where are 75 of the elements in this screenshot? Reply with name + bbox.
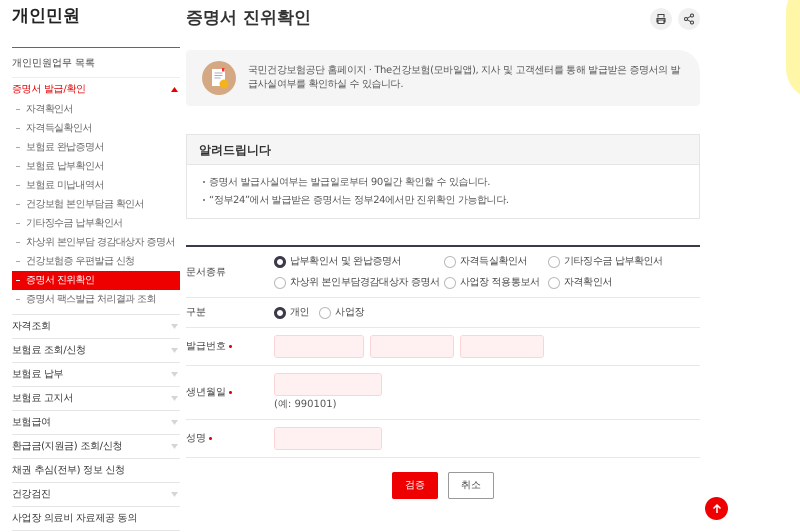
sidebar-menu-item[interactable]: 환급금(지원금) 조회/신청 (12, 435, 180, 458)
sidebar-subitem[interactable]: 건강보험 본인부담금 확인서 (12, 195, 180, 214)
caret-down-icon (171, 372, 178, 377)
radio-option[interactable]: 자격득실확인서 (444, 254, 548, 269)
sidebar-subitem[interactable]: 증명서 진위확인 (12, 271, 180, 290)
input-field[interactable] (274, 373, 382, 396)
caret-down-icon (171, 420, 178, 425)
field-label: 문서종류 (186, 266, 226, 280)
radio-option[interactable]: 개인 (274, 305, 310, 320)
arrow-up-icon (712, 504, 722, 514)
dash-icon (16, 166, 20, 167)
radio-option[interactable]: 차상위 본인부담경감대상자 증명서 (274, 275, 444, 290)
document-coin-icon (202, 61, 236, 95)
notice-item: 증명서 발급사실여부는 발급일로부터 90일간 확인할 수 있습니다. (209, 176, 490, 190)
page-title: 증명서 진위확인 (186, 7, 311, 30)
field-hint: (예: 990101) (274, 398, 338, 412)
sidebar-link[interactable]: 개인민원업무 목록 (12, 56, 96, 71)
dash-icon (16, 261, 20, 262)
caret-down-icon (171, 348, 178, 353)
radio-option[interactable]: 기타징수금 납부확인서 (548, 254, 668, 269)
sidebar-subitem[interactable]: 보험료 미납내역서 (12, 176, 180, 195)
dash-icon (16, 147, 20, 148)
notice-item: “정부24”에서 발급받은 증명서는 정부24에서만 진위확인 가능합니다. (209, 194, 509, 208)
sidebar-subitem[interactable]: 자격확인서 (12, 100, 180, 119)
caret-down-icon (171, 444, 178, 449)
print-icon (655, 13, 667, 25)
caret-up-icon (171, 86, 178, 92)
input-field[interactable] (370, 335, 454, 358)
verify-button[interactable]: 검증 (392, 472, 438, 499)
sidebar-subitem[interactable]: 차상위 본인부담 경감대상자 증명서 (12, 233, 180, 252)
sidebar-menu-item[interactable]: 보험료 조회/신청 (12, 339, 180, 362)
dash-icon (16, 109, 20, 110)
input-field[interactable] (460, 335, 544, 358)
field-label: 구분 (186, 306, 206, 320)
info-text: 국민건강보험공단 홈페이지 · The건강보험(모바일앱), 지사 및 고객센터를 통해 발급받은 증명서의 발급사실여부를 확인하실 수 있습니다. (248, 64, 682, 92)
dash-icon (16, 204, 20, 205)
caret-down-icon (171, 324, 178, 329)
dash-icon (16, 299, 20, 300)
sidebar-menu-item[interactable]: 보험료 고지서 (12, 387, 180, 410)
sidebar-subitem[interactable]: 증명서 팩스발급 처리결과 조회 (12, 290, 180, 309)
sidebar-subitem[interactable]: 보험료 완납증명서 (12, 138, 180, 157)
sidebar-menu-item[interactable]: 사업장 의료비 자료제공 동의 (12, 507, 180, 530)
sidebar-subitem[interactable]: 보험료 납부확인서 (12, 157, 180, 176)
dash-icon (16, 280, 20, 281)
radio-option[interactable]: 납부확인서 및 완납증명서 (274, 254, 444, 269)
dash-icon (16, 223, 20, 224)
scroll-top-button[interactable] (705, 497, 728, 520)
dash-icon (16, 185, 20, 186)
radio-option[interactable]: 사업장 (319, 305, 364, 320)
caret-down-icon (171, 492, 178, 497)
sidebar-subitem[interactable]: 건강보험증 우편발급 신청 (12, 252, 180, 271)
sidebar-menu-item[interactable]: 건강검진 (12, 483, 180, 506)
field-label: 발급번호 (186, 340, 226, 354)
sidebar-menu-item[interactable]: 보험료 납부 (12, 363, 180, 386)
sidebar-subitem[interactable]: 기타징수금 납부확인서 (12, 214, 180, 233)
input-field[interactable] (274, 335, 364, 358)
notice-title: 알려드립니다 (199, 142, 271, 158)
share-icon (683, 13, 695, 25)
radio-option[interactable]: 사업장 적용통보서 (444, 275, 548, 290)
share-button[interactable] (678, 8, 700, 30)
radio-option[interactable]: 자격확인서 (548, 275, 668, 290)
sidebar-title: 개인민원 (12, 5, 80, 28)
field-label: 성명 (186, 432, 206, 446)
print-button[interactable] (650, 8, 672, 30)
caret-down-icon (171, 396, 178, 401)
input-field[interactable] (274, 427, 382, 450)
sidebar-menu-item[interactable]: 자격조회 (12, 315, 180, 338)
sidebar-menu-item[interactable]: 증명서 발급/확인 (12, 78, 180, 100)
field-label: 생년월일 (186, 386, 226, 400)
cancel-button[interactable]: 취소 (448, 472, 494, 499)
sidebar-menu-item[interactable]: 보험급여 (12, 411, 180, 434)
sidebar-menu-item[interactable]: 채권 추심(전부) 정보 신청 (12, 459, 180, 482)
dash-icon (16, 128, 20, 129)
dash-icon (16, 242, 20, 243)
sidebar-subitem[interactable]: 자격득실확인서 (12, 119, 180, 138)
